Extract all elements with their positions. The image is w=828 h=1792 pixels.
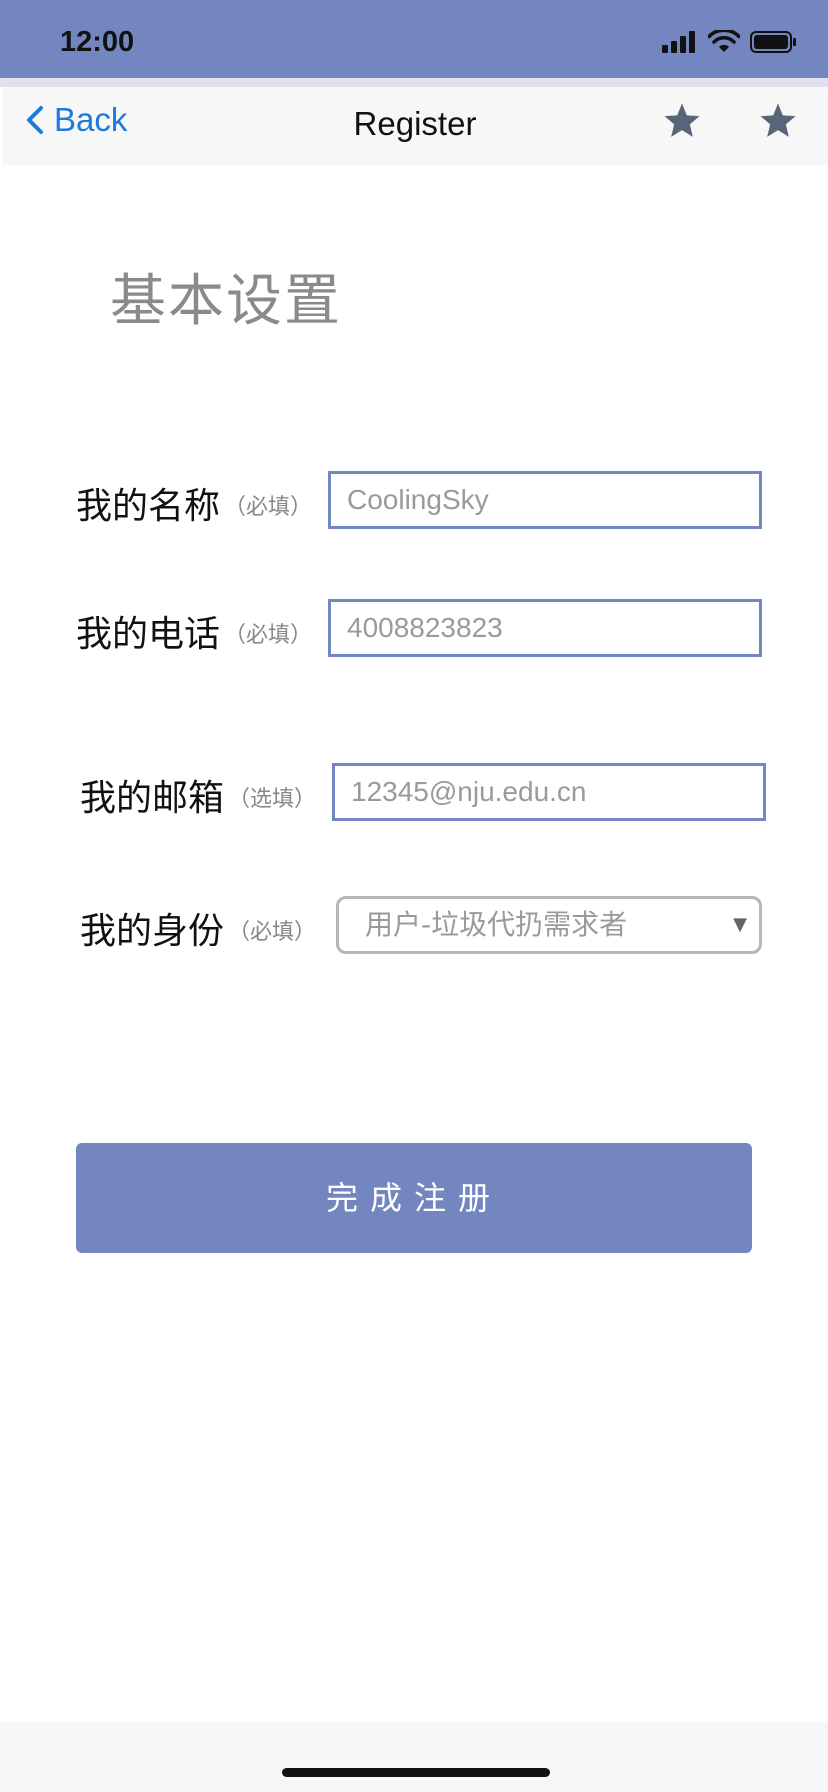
battery-icon	[750, 31, 796, 53]
nav-bar: Back Register	[2, 87, 828, 165]
email-label: 我的邮箱	[80, 778, 225, 819]
name-input[interactable]	[328, 471, 762, 529]
identity-row: 我的身份 （必填） 用户-垃圾代扔需求者 ▼	[0, 896, 828, 956]
identity-required-note: （必填）	[228, 920, 317, 945]
star-icon[interactable]	[758, 101, 798, 141]
identity-label: 我的身份	[80, 911, 225, 952]
status-icons	[662, 30, 798, 54]
wifi-icon	[708, 30, 740, 52]
star-icon[interactable]	[662, 101, 702, 141]
signal-icon	[662, 31, 695, 53]
name-row: 我的名称 （必填）	[0, 471, 828, 531]
identity-select[interactable]: 用户-垃圾代扔需求者 ▼	[336, 896, 762, 954]
email-row: 我的邮箱 （选填）	[0, 763, 828, 823]
phone-row: 我的电话 （必填）	[0, 599, 828, 659]
name-label: 我的名称	[76, 486, 221, 527]
dropdown-caret-icon: ▼	[733, 914, 747, 935]
email-optional-note: （选填）	[228, 787, 317, 812]
page-title: Register	[353, 105, 477, 142]
submit-register-button[interactable]: 完成注册	[76, 1143, 752, 1253]
home-indicator[interactable]	[282, 1768, 550, 1777]
phone-input[interactable]	[328, 599, 762, 657]
phone-label: 我的电话	[76, 614, 221, 655]
email-input[interactable]	[332, 763, 766, 821]
status-time: 12:00	[60, 26, 135, 58]
home-indicator-area	[0, 1722, 828, 1792]
phone-required-note: （必填）	[224, 623, 313, 648]
header-separator	[0, 78, 828, 87]
status-bar: 12:00	[0, 0, 828, 78]
name-required-note: （必填）	[224, 495, 313, 520]
identity-selected-value: 用户-垃圾代扔需求者	[365, 908, 628, 941]
section-title: 基本设置	[110, 269, 342, 334]
